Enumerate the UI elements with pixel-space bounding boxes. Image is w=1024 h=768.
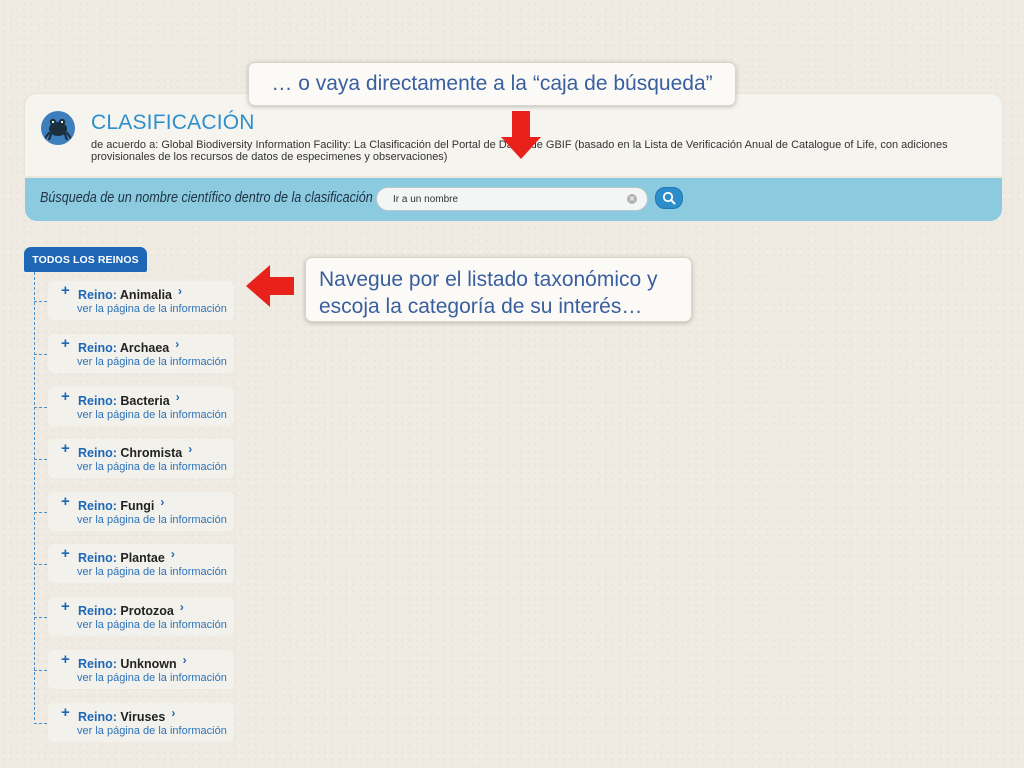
kingdom-name: Animalia bbox=[119, 288, 173, 302]
info-page-link[interactable]: ver la página de la información bbox=[77, 514, 227, 526]
chevron-right-icon[interactable]: › bbox=[175, 337, 179, 351]
info-page-link[interactable]: ver la página de la información bbox=[77, 672, 227, 684]
kingdom-link[interactable]: Reino: Plantae › bbox=[78, 547, 175, 565]
rank-label: Reino: bbox=[78, 446, 117, 460]
expand-icon[interactable]: + bbox=[61, 493, 70, 510]
info-page-link[interactable]: ver la página de la información bbox=[77, 725, 227, 737]
kingdom-item-animalia: + Reino: Animalia › ver la página de la inf… bbox=[34, 281, 234, 320]
tree-branch bbox=[34, 459, 47, 460]
search-button[interactable] bbox=[655, 187, 683, 209]
tree-branch bbox=[34, 354, 47, 355]
chevron-right-icon[interactable]: › bbox=[160, 495, 164, 509]
chevron-right-icon[interactable]: › bbox=[183, 653, 187, 667]
search-hint-callout: … o vaya directamente a la “caja de búsq… bbox=[248, 62, 736, 106]
tree-branch bbox=[34, 617, 47, 618]
rank-label: Reino: bbox=[78, 551, 117, 565]
search-hint-text: … o vaya directamente a la “caja de búsq… bbox=[271, 72, 713, 95]
kingdom-link[interactable]: Reino: Chromista › bbox=[78, 442, 192, 460]
chevron-right-icon[interactable]: › bbox=[180, 600, 184, 614]
kingdom-item-viruses: + Reino: Viruses › ver la página de la info… bbox=[34, 703, 234, 742]
rank-label: Reino: bbox=[78, 499, 117, 513]
kingdom-name: Protozoa bbox=[120, 604, 174, 618]
kingdom-name: Unknown bbox=[120, 657, 177, 671]
tree-branch bbox=[34, 301, 47, 302]
browse-hint-line-1: Navegue por el listado taxonómico y bbox=[319, 268, 658, 291]
kingdom-item-unknown: + Reino: Unknown › ver la página de la info… bbox=[34, 650, 234, 689]
info-page-link[interactable]: ver la página de la información bbox=[77, 409, 227, 421]
search-bar: Búsqueda de un nombre científico dentro … bbox=[25, 178, 1002, 221]
expand-icon[interactable]: + bbox=[61, 704, 70, 721]
tab-all-kingdoms[interactable]: TODOS LOS REINOS bbox=[24, 247, 147, 272]
clear-icon[interactable]: × bbox=[627, 194, 637, 204]
kingdom-link[interactable]: Reino: Bacteria › bbox=[78, 390, 180, 408]
rank-label: Reino: bbox=[78, 657, 117, 671]
rank-label: Reino: bbox=[78, 710, 117, 724]
expand-icon[interactable]: + bbox=[61, 651, 70, 668]
kingdom-name: Viruses bbox=[120, 710, 166, 724]
info-page-link[interactable]: ver la página de la información bbox=[77, 356, 227, 368]
kingdom-link[interactable]: Reino: Viruses › bbox=[78, 706, 175, 724]
rank-label: Reino: bbox=[78, 394, 117, 408]
tree-branch bbox=[34, 670, 47, 671]
kingdom-link[interactable]: Reino: Protozoa › bbox=[78, 600, 184, 618]
tree-branch bbox=[34, 564, 47, 565]
expand-icon[interactable]: + bbox=[61, 545, 70, 562]
chevron-right-icon[interactable]: › bbox=[171, 547, 175, 561]
kingdom-link[interactable]: Reino: Archaea › bbox=[78, 337, 179, 355]
kingdom-name: Archaea bbox=[119, 341, 170, 355]
tree-branch bbox=[34, 723, 47, 724]
kingdom-name: Chromista bbox=[120, 446, 183, 460]
search-input[interactable] bbox=[376, 187, 648, 211]
info-page-link[interactable]: ver la página de la información bbox=[77, 461, 227, 473]
info-page-link[interactable]: ver la página de la información bbox=[77, 566, 227, 578]
kingdom-name: Plantae bbox=[120, 551, 165, 565]
kingdom-item-archaea: + Reino: Archaea › ver la página de la info… bbox=[34, 334, 234, 373]
info-page-link[interactable]: ver la página de la información bbox=[77, 303, 227, 315]
kingdom-item-plantae: + Reino: Plantae › ver la página de la info… bbox=[34, 544, 234, 583]
expand-icon[interactable]: + bbox=[61, 282, 70, 299]
info-page-link[interactable]: ver la página de la información bbox=[77, 619, 227, 631]
rank-label: Reino: bbox=[78, 604, 117, 618]
chevron-right-icon[interactable]: › bbox=[178, 284, 182, 298]
expand-icon[interactable]: + bbox=[61, 335, 70, 352]
kingdom-link[interactable]: Reino: Unknown › bbox=[78, 653, 187, 671]
tree-branch bbox=[34, 407, 47, 408]
search-icon bbox=[662, 191, 676, 205]
chevron-right-icon[interactable]: › bbox=[176, 390, 180, 404]
kingdom-item-protozoa: + Reino: Protozoa › ver la página de la inf… bbox=[34, 597, 234, 636]
red-left-arrow-icon bbox=[246, 265, 294, 307]
search-label: Búsqueda de un nombre científico dentro … bbox=[40, 189, 373, 206]
kingdom-link[interactable]: Reino: Animalia › bbox=[78, 284, 182, 302]
kingdom-item-chromista: + Reino: Chromista › ver la página de la in… bbox=[34, 439, 234, 478]
chevron-right-icon[interactable]: › bbox=[171, 706, 175, 720]
kingdom-item-fungi: + Reino: Fungi › ver la página de la inform… bbox=[34, 492, 234, 531]
rank-label: Reino: bbox=[78, 341, 117, 355]
tree-branch bbox=[34, 512, 47, 513]
kingdom-name: Fungi bbox=[120, 499, 155, 513]
kingdom-item-bacteria: + Reino: Bacteria › ver la página de la inf… bbox=[34, 387, 234, 426]
expand-icon[interactable]: + bbox=[61, 598, 70, 615]
frog-icon bbox=[41, 111, 75, 145]
rank-label: Reino: bbox=[78, 288, 117, 302]
page-title: CLASIFICACIÓN bbox=[91, 111, 255, 134]
browse-hint-callout: Navegue por el listado taxonómico y esco… bbox=[305, 257, 692, 322]
expand-icon[interactable]: + bbox=[61, 440, 70, 457]
tree-connector-line bbox=[34, 272, 35, 720]
kingdom-name: Bacteria bbox=[120, 394, 170, 408]
browse-hint-line-2: escoja la categoría de su interés… bbox=[319, 295, 643, 318]
kingdom-link[interactable]: Reino: Fungi › bbox=[78, 495, 164, 513]
red-down-arrow-icon bbox=[501, 111, 541, 159]
chevron-right-icon[interactable]: › bbox=[188, 442, 192, 456]
expand-icon[interactable]: + bbox=[61, 388, 70, 405]
